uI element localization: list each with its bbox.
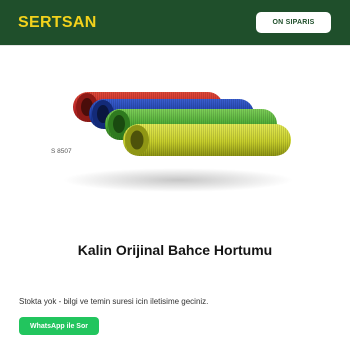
header-divider xyxy=(0,45,350,46)
pre-order-button[interactable]: ON SIPARIS xyxy=(256,12,331,33)
product-title: Kalin Orijinal Bahce Hortumu xyxy=(77,242,273,258)
product-shadow xyxy=(63,168,293,192)
whatsapp-ask-button[interactable]: WhatsApp ile Sor xyxy=(19,317,99,335)
stock-status: Stokta yok - bilgi ve temin suresi icin … xyxy=(19,297,209,306)
hose-yellow xyxy=(123,124,291,156)
top-bar: SERTSAN ON SIPARIS xyxy=(0,0,350,45)
product-image xyxy=(63,92,293,192)
brand-logo[interactable]: SERTSAN xyxy=(18,14,97,32)
product-code: S 8507 xyxy=(51,148,72,155)
